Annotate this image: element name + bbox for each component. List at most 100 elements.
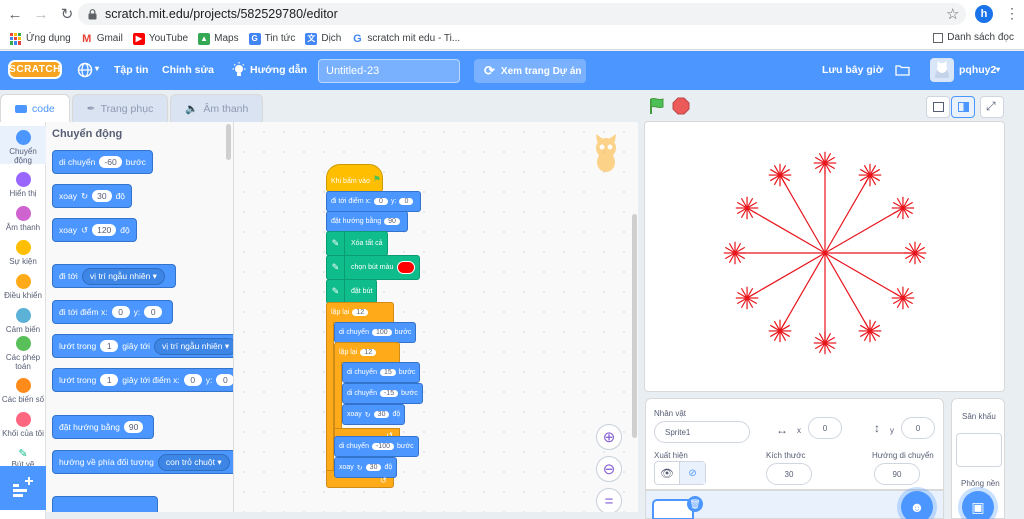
script-block-move-minus-100[interactable]: di chuyển -100 bước bbox=[334, 436, 419, 457]
address-bar[interactable]: scratch.mit.edu/projects/582529780/edito… bbox=[78, 3, 966, 25]
palette-block-glide[interactable]: lướt trong 1 giây tới vị trí ngẫu nhiên … bbox=[52, 334, 233, 358]
script-block-turn-30-outer[interactable]: xoay ↻ 30 độ bbox=[334, 457, 398, 478]
back-icon[interactable]: ← bbox=[4, 3, 26, 25]
menu-file[interactable]: Tập tin bbox=[114, 64, 148, 76]
bookmark-apps[interactable]: Ứng dụng bbox=[10, 32, 71, 45]
sprite-name-input[interactable]: Sprite1 bbox=[654, 421, 750, 443]
block-input[interactable]: 30 bbox=[365, 464, 382, 471]
fullscreen-button[interactable]: ⤢ bbox=[980, 96, 1004, 118]
add-extension-button[interactable] bbox=[0, 466, 46, 510]
palette-scrollbar[interactable] bbox=[226, 124, 231, 160]
zoom-in-button[interactable]: ⊕ bbox=[596, 424, 622, 450]
tab-sounds[interactable]: 🔈 Âm thanh bbox=[170, 94, 264, 122]
block-input[interactable]: 15 bbox=[379, 369, 396, 376]
zoom-reset-button[interactable]: = bbox=[596, 488, 622, 512]
browser-menu-icon[interactable]: ⋮ bbox=[1005, 5, 1019, 22]
forward-icon[interactable]: → bbox=[30, 3, 52, 25]
palette-block-glide-xy[interactable]: lướt trong 1 giây tới điểm x: 0 y: 0 bbox=[52, 368, 233, 392]
block-input[interactable]: 0 bbox=[374, 198, 388, 205]
add-sprite-button[interactable]: ☻ bbox=[901, 491, 933, 519]
size-input[interactable]: 30 bbox=[766, 463, 812, 485]
category-sound[interactable]: Âm thanh bbox=[0, 206, 46, 232]
script-block-move-15[interactable]: di chuyển 15 bước bbox=[342, 362, 421, 383]
script-block-point-direction[interactable]: đặt hướng bằng 90 bbox=[326, 211, 408, 232]
block-input[interactable]: 0 bbox=[144, 306, 163, 318]
username-label[interactable]: pqhuy2 bbox=[959, 64, 996, 76]
small-stage-button[interactable] bbox=[926, 96, 950, 118]
palette-block-point-towards[interactable]: hướng về phía đối tượng con trỏ chuột ▾ bbox=[52, 450, 233, 474]
palette-block-point-direction[interactable]: đặt hướng bằng 90 bbox=[52, 415, 155, 439]
block-input[interactable]: -100 bbox=[371, 443, 394, 450]
palette-block-goto-xy[interactable]: đi tới điểm x: 0 y: 0 bbox=[52, 300, 174, 324]
script-block-clear[interactable]: ✎ Xóa tất cả bbox=[326, 231, 388, 256]
stage-thumbnail[interactable] bbox=[956, 433, 1002, 467]
script-block-turn-30-inner[interactable]: xoay ↻ 30 độ bbox=[342, 404, 406, 425]
language-globe-icon[interactable] bbox=[77, 62, 93, 78]
palette-block-move[interactable]: di chuyển -60 bước bbox=[52, 150, 153, 174]
direction-input[interactable]: 90 bbox=[874, 463, 920, 485]
category-variables[interactable]: Các biến số bbox=[0, 378, 46, 404]
category-operators[interactable]: Các phép toán bbox=[0, 336, 46, 371]
normal-stage-button[interactable] bbox=[951, 96, 975, 118]
block-input[interactable]: 0 bbox=[111, 306, 130, 318]
see-project-page-button[interactable]: ⟳ Xem trang Dự án bbox=[474, 59, 586, 83]
event-hat-block[interactable]: Khi bấm vào ⚑ bbox=[326, 164, 383, 192]
script-block-move-minus-15[interactable]: di chuyển -15 bước bbox=[342, 383, 423, 404]
block-dropdown[interactable]: vị trí ngẫu nhiên ▾ bbox=[154, 337, 233, 355]
script-block-move-100[interactable]: di chuyển 100 bước bbox=[334, 322, 417, 343]
palette-block-turn-right[interactable]: xoay ↻ 30 độ bbox=[52, 184, 133, 208]
script-block-set-pen-color[interactable]: ✎ chọn bút màu bbox=[326, 255, 421, 280]
block-input[interactable]: 1 bbox=[100, 340, 119, 352]
block-dropdown[interactable]: vị trí ngẫu nhiên ▾ bbox=[81, 267, 165, 285]
bookmark-google-search[interactable]: G scratch mit edu - Ti... bbox=[351, 32, 460, 45]
bookmark-youtube[interactable]: ▶ YouTube bbox=[132, 32, 188, 45]
workspace-vertical-scrollbar[interactable] bbox=[632, 214, 637, 438]
category-my-blocks[interactable]: Khối của tôi bbox=[0, 412, 46, 438]
script-workspace[interactable]: Khi bấm vào ⚑ đi tới điểm x: 0 y: 0 đặt … bbox=[234, 122, 638, 512]
bookmark-gmail[interactable]: M Gmail bbox=[80, 32, 123, 45]
profile-avatar[interactable]: h bbox=[975, 5, 993, 23]
category-control[interactable]: Điều khiển bbox=[0, 274, 46, 300]
category-looks[interactable]: Hiển thị bbox=[0, 172, 46, 198]
block-input[interactable]: 30 bbox=[373, 411, 390, 418]
category-events[interactable]: Sự kiện bbox=[0, 240, 46, 266]
menu-tutorials[interactable]: Hướng dẫn bbox=[250, 64, 307, 76]
palette-block-partial[interactable] bbox=[52, 496, 158, 512]
category-motion[interactable]: Chuyển động bbox=[0, 126, 46, 165]
bookmark-maps[interactable]: ▲ Maps bbox=[198, 32, 239, 45]
script-block-pen-down[interactable]: ✎ đặt bút bbox=[326, 279, 378, 304]
save-now-link[interactable]: Lưu bây giờ bbox=[822, 64, 883, 76]
green-flag-button[interactable] bbox=[648, 97, 666, 115]
tab-code[interactable]: code bbox=[0, 94, 70, 122]
menu-edit[interactable]: Chỉnh sửa bbox=[162, 64, 214, 76]
reading-list[interactable]: Danh sách đọc bbox=[933, 32, 1014, 43]
palette-block-turn-left[interactable]: xoay ↺ 120 độ bbox=[52, 218, 137, 242]
block-input[interactable]: 90 bbox=[384, 218, 400, 225]
y-position-input[interactable]: 0 bbox=[901, 417, 935, 439]
user-avatar[interactable] bbox=[930, 58, 954, 82]
show-hidden-button[interactable]: ⊘ bbox=[680, 462, 705, 484]
block-input[interactable]: 90 bbox=[123, 421, 144, 433]
block-input[interactable]: 120 bbox=[92, 224, 117, 236]
block-input[interactable]: -60 bbox=[99, 156, 122, 168]
block-input[interactable]: 12 bbox=[352, 309, 369, 316]
stage-canvas[interactable] bbox=[644, 121, 1005, 392]
zoom-out-button[interactable]: ⊖ bbox=[596, 456, 622, 482]
show-visible-button[interactable]: 👁 bbox=[655, 462, 681, 484]
block-input[interactable]: 0 bbox=[216, 374, 233, 386]
bookmark-news[interactable]: G Tin tức bbox=[248, 32, 295, 45]
x-position-input[interactable]: 0 bbox=[808, 417, 842, 439]
pen-color-swatch[interactable] bbox=[397, 261, 416, 274]
block-input[interactable]: 1 bbox=[100, 374, 119, 386]
scratch-logo[interactable]: SCRATCH bbox=[8, 60, 62, 79]
category-sensing[interactable]: Cảm biến bbox=[0, 308, 46, 334]
account-chevron-icon[interactable]: ▾ bbox=[996, 65, 1000, 74]
tab-costumes[interactable]: ✒ Trang phục bbox=[71, 94, 169, 122]
block-input[interactable]: 0 bbox=[183, 374, 202, 386]
block-input[interactable]: 12 bbox=[360, 349, 377, 356]
block-dropdown[interactable]: con trỏ chuột ▾ bbox=[157, 453, 230, 471]
reload-icon[interactable]: ↻ bbox=[56, 3, 78, 25]
bookmark-star-icon[interactable]: ☆ bbox=[946, 5, 959, 23]
my-stuff-folder-icon[interactable] bbox=[895, 64, 910, 76]
bookmark-translate[interactable]: 文 Dịch bbox=[305, 32, 341, 45]
